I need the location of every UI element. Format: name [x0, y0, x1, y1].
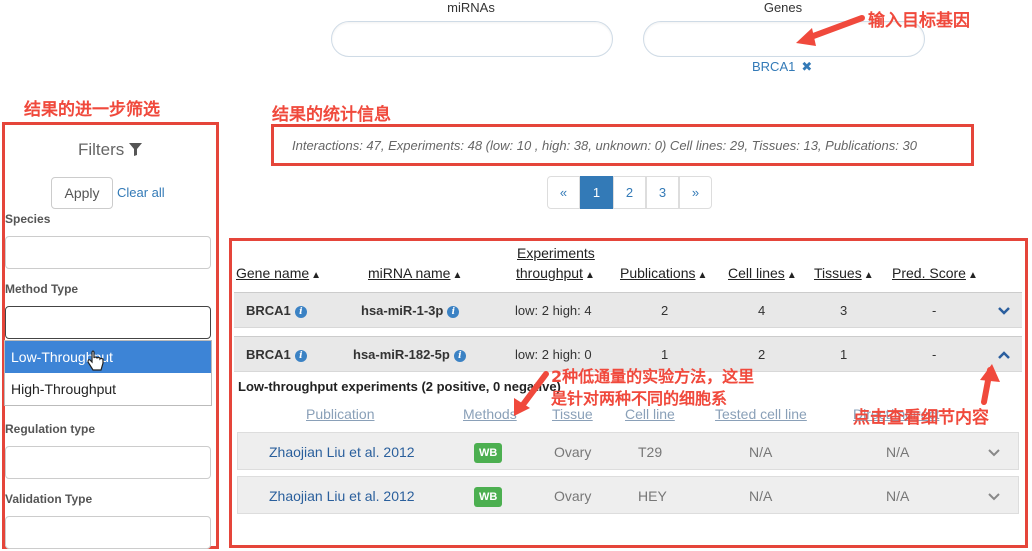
clear-all-link[interactable]: Clear all	[117, 185, 165, 200]
direct-indirect-cell: N/A	[886, 488, 910, 504]
annotation-stats-info: 结果的统计信息	[272, 105, 391, 125]
filters-title: Filters	[10, 140, 210, 160]
method-type-input[interactable]	[5, 306, 211, 339]
pagination-page-1[interactable]: 1	[580, 176, 613, 209]
mirnas-search-input[interactable]	[331, 21, 613, 57]
stats-summary: Interactions: 47, Experiments: 48 (low: …	[292, 138, 917, 153]
info-icon[interactable]: i	[447, 305, 460, 318]
method-type-label: Method Type	[5, 282, 79, 296]
gene-cell: BRCA1 i	[246, 337, 307, 373]
validation-type-label: Validation Type	[5, 492, 93, 506]
pagination: « 1 2 3 »	[547, 176, 712, 209]
info-icon[interactable]: i	[294, 349, 307, 362]
annotation-click-details: 点击查看细节内容	[853, 408, 989, 428]
annotation-methods-note-2: 是针对两种不同的细胞系	[551, 389, 728, 408]
header-throughput[interactable]: throughput ▲︎	[516, 265, 595, 281]
selected-gene-label: BRCA1	[752, 59, 796, 74]
method-option-low-throughput[interactable]: Low-Throughput	[5, 341, 211, 373]
annotation-methods-note-1: 2种低通量的实验方法，这里	[551, 367, 755, 386]
chevron-down-icon[interactable]	[987, 492, 1001, 502]
method-cell: WB	[474, 433, 503, 471]
pred-score-cell: -	[932, 347, 937, 362]
method-type-dropdown: Low-Throughput High-Throughput	[4, 340, 212, 406]
details-header-tested-cell-line[interactable]: Tested cell line	[715, 406, 807, 422]
mirna-cell: hsa-miR-182-5p i	[353, 337, 466, 373]
cell-lines-cell: 4	[758, 303, 766, 318]
cell-line-cell: HEY	[638, 488, 667, 504]
arrow-annotation-methods	[514, 371, 549, 416]
tested-cell-line-cell: N/A	[749, 488, 773, 504]
details-row[interactable]: Zhaojian Liu et al. 2012 WB Ovary T29 N/…	[237, 432, 1019, 470]
cell-lines-cell: 2	[758, 347, 766, 362]
details-row[interactable]: Zhaojian Liu et al. 2012 WB Ovary HEY N/…	[237, 476, 1019, 514]
tissues-cell: 1	[840, 347, 848, 362]
tissue-cell: Ovary	[554, 488, 592, 504]
method-cell: WB	[474, 477, 503, 515]
annotation-input-gene: 输入目标基因	[868, 11, 970, 31]
publications-cell: 2	[661, 303, 669, 318]
publication-cell[interactable]: Zhaojian Liu et al. 2012	[269, 477, 415, 515]
tested-cell-line-cell: N/A	[749, 444, 773, 460]
method-badge: WB	[474, 487, 503, 508]
header-pred-score[interactable]: Pred. Score ▲︎	[892, 265, 978, 281]
info-icon[interactable]: i	[294, 305, 307, 318]
details-header-publication[interactable]: Publication	[306, 406, 375, 422]
pagination-prev[interactable]: «	[547, 176, 580, 209]
selected-gene-chip: BRCA1 ✖	[752, 59, 812, 75]
header-cell-lines[interactable]: Cell lines ▲︎	[728, 265, 797, 281]
apply-button[interactable]: Apply	[51, 177, 113, 209]
filter-funnel-icon	[129, 143, 142, 156]
mirna-cell: hsa-miR-1-3p i	[361, 293, 460, 329]
mirnas-label: miRNAs	[447, 0, 495, 15]
species-input[interactable]	[5, 236, 211, 269]
chevron-up-icon[interactable]	[997, 350, 1011, 360]
method-option-high-throughput[interactable]: High-Throughput	[5, 373, 211, 405]
direct-indirect-cell: N/A	[886, 444, 910, 460]
regulation-type-label: Regulation type	[5, 422, 96, 436]
tissue-cell: Ovary	[554, 444, 592, 460]
pagination-page-3[interactable]: 3	[646, 176, 679, 209]
filters-title-text: Filters	[77, 140, 125, 159]
method-badge: WB	[474, 443, 503, 464]
cell-line-cell: T29	[638, 444, 663, 460]
header-experiments[interactable]: Experiments	[517, 245, 595, 261]
validation-type-input[interactable]	[5, 516, 211, 549]
arrow-annotation-details	[980, 364, 1000, 405]
info-icon[interactable]: i	[453, 349, 466, 362]
header-gene-name[interactable]: Gene name ▲︎	[236, 265, 321, 281]
pagination-next[interactable]: »	[679, 176, 712, 209]
header-mirna-name[interactable]: miRNA name ▲︎	[368, 265, 462, 281]
header-publications[interactable]: Publications ▲︎	[620, 265, 707, 281]
regulation-type-input[interactable]	[5, 446, 211, 479]
pred-score-cell: -	[932, 303, 937, 318]
table-row[interactable]: BRCA1 i hsa-miR-1-3p i low: 2 high: 4 2 4 …	[234, 292, 1022, 328]
chevron-down-icon[interactable]	[997, 306, 1011, 316]
arrow-annotation-input	[796, 15, 865, 46]
gene-cell: BRCA1 i	[246, 293, 307, 329]
chevron-down-icon[interactable]	[987, 448, 1001, 458]
throughput-cell: low: 2 high: 4	[515, 303, 592, 318]
pagination-page-2[interactable]: 2	[613, 176, 646, 209]
species-label: Species	[5, 212, 51, 226]
tissues-cell: 3	[840, 303, 848, 318]
annotation-further-filter: 结果的进一步筛选	[24, 100, 160, 120]
remove-gene-icon[interactable]: ✖	[801, 59, 812, 74]
hand-cursor-icon	[87, 350, 104, 371]
header-tissues[interactable]: Tissues ▲︎	[814, 265, 874, 281]
publication-cell[interactable]: Zhaojian Liu et al. 2012	[269, 433, 415, 471]
